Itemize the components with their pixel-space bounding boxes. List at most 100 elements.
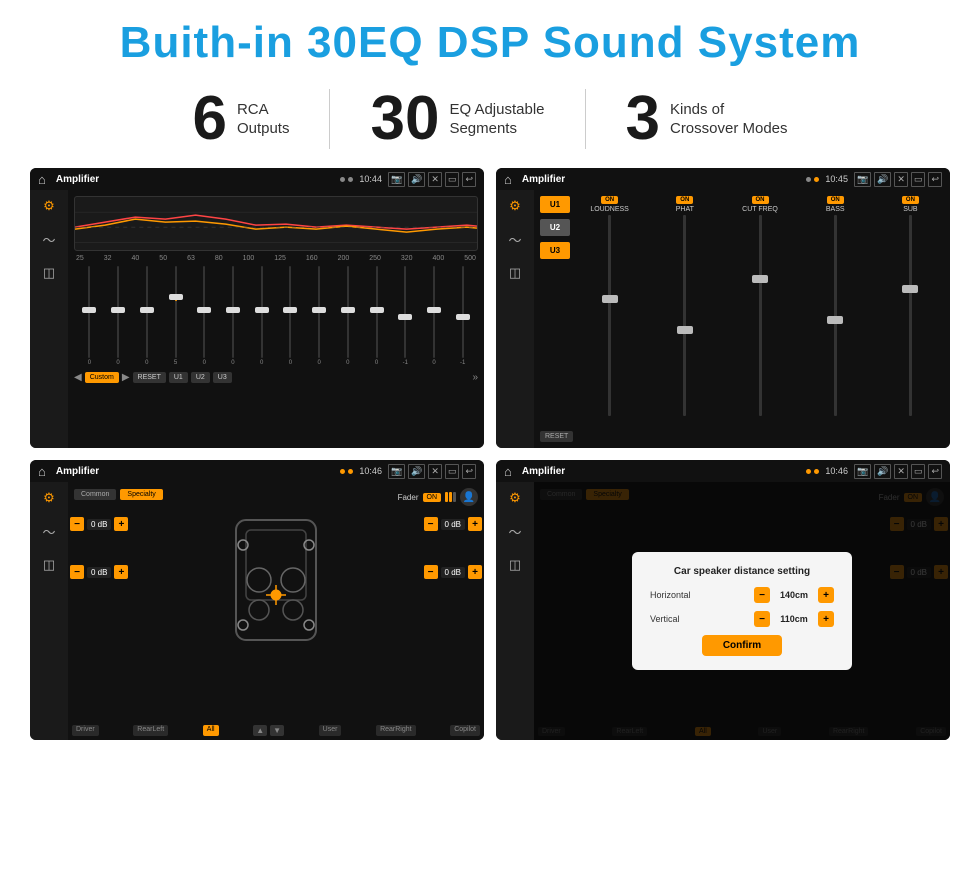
rear-left-label[interactable]: RearLeft	[133, 725, 168, 736]
phat-slider[interactable]	[649, 215, 720, 416]
loudness-slider[interactable]	[574, 215, 645, 416]
db-minus-tl[interactable]: −	[70, 517, 84, 531]
loudness-label: LOUDNESS	[590, 206, 629, 213]
vertical-label: Vertical	[650, 614, 680, 624]
vertical-plus-btn[interactable]: +	[818, 611, 834, 627]
cross-col-phat: ON PHAT	[649, 196, 720, 416]
up-arrow[interactable]: ▲	[253, 725, 267, 736]
fader-home-icon[interactable]: ⌂	[38, 464, 46, 479]
eq-slider-10[interactable]: 0	[363, 266, 390, 366]
distance-back-icon[interactable]: ↩	[928, 464, 942, 479]
eq-sidebar-icon2[interactable]: 〜	[42, 230, 55, 249]
crossover-home-icon[interactable]: ⌂	[504, 172, 512, 187]
crossover-screen-title: Amplifier	[522, 174, 801, 185]
crossover-volume-icon: 🔊	[874, 172, 891, 187]
bass-slider[interactable]	[800, 215, 871, 416]
fader-dot2	[348, 469, 353, 474]
cross-col-bass: ON BASS	[800, 196, 871, 416]
eq-slider-3[interactable]: 5	[162, 266, 189, 366]
eq-slider-8[interactable]: 0	[306, 266, 333, 366]
crossover-back-icon[interactable]: ↩	[928, 172, 942, 187]
eq-slider-12[interactable]: 0	[421, 266, 448, 366]
eq-sidebar: ⚙ 〜 ◫	[30, 190, 68, 448]
close-icon: ✕	[428, 172, 442, 187]
eq-slider-6[interactable]: 0	[248, 266, 275, 366]
u3-button[interactable]: U3	[540, 242, 570, 259]
eq-reset-btn[interactable]: RESET	[133, 372, 166, 383]
u2-button[interactable]: U2	[540, 219, 570, 236]
down-arrow[interactable]: ▼	[270, 725, 284, 736]
person-icon: 👤	[460, 488, 478, 506]
fader-sidebar-icon1[interactable]: ⚙	[43, 490, 55, 506]
eq-slider-7[interactable]: 0	[277, 266, 304, 366]
fader-toggle[interactable]: ON	[423, 493, 442, 502]
crossover-sidebar-icon2[interactable]: 〜	[508, 230, 521, 249]
distance-sidebar-icon3[interactable]: ◫	[509, 557, 521, 573]
db-plus-bl[interactable]: +	[114, 565, 128, 579]
driver-label[interactable]: Driver	[72, 725, 99, 736]
eq-slider-2[interactable]: 0	[133, 266, 160, 366]
eq-slider-13[interactable]: -1	[449, 266, 476, 366]
eq-sidebar-icon1[interactable]: ⚙	[43, 198, 55, 214]
user-label[interactable]: User	[319, 725, 342, 736]
distance-screen-title: Amplifier	[522, 466, 801, 477]
u1-button[interactable]: U1	[540, 196, 570, 213]
eq-more-arrow[interactable]: »	[472, 372, 478, 383]
back-icon[interactable]: ↩	[462, 172, 476, 187]
specialty-tab[interactable]: Specialty	[120, 489, 162, 500]
horizontal-plus-btn[interactable]: +	[818, 587, 834, 603]
eq-prev-arrow[interactable]: ◀	[74, 372, 82, 383]
eq-slider-4[interactable]: 0	[191, 266, 218, 366]
eq-u3-btn[interactable]: U3	[213, 372, 232, 383]
rear-right-label[interactable]: RearRight	[376, 725, 416, 736]
vertical-minus-btn[interactable]: −	[754, 611, 770, 627]
fader-sidebar-icon3[interactable]: ◫	[43, 557, 55, 573]
crossover-sidebar-icon3[interactable]: ◫	[509, 265, 521, 281]
db-plus-tr[interactable]: +	[468, 517, 482, 531]
crossover-sidebar-icon1[interactable]: ⚙	[509, 198, 521, 214]
fader-volume-icon: 🔊	[408, 464, 425, 479]
eq-status-icons: 📷 🔊 ✕ ▭ ↩	[388, 172, 476, 187]
eq-slider-5[interactable]: 0	[220, 266, 247, 366]
eq-sidebar-icon3[interactable]: ◫	[43, 265, 55, 281]
common-tab[interactable]: Common	[74, 489, 116, 500]
status-dots	[340, 177, 353, 182]
fader-bottom-labels: Driver RearLeft All ▲ ▼ User RearRight C…	[68, 725, 484, 736]
confirm-button[interactable]: Confirm	[702, 635, 782, 656]
crossover-status-icons: 📷 🔊 ✕ ▭ ↩	[854, 172, 942, 187]
eq-custom-btn[interactable]: Custom	[85, 372, 119, 383]
fader-battery-icon: ▭	[445, 464, 460, 479]
db-val-bl: 0 dB	[87, 567, 111, 578]
eq-next-arrow[interactable]: ▶	[122, 372, 130, 383]
eq-slider-1[interactable]: 0	[105, 266, 132, 366]
db-row-bl: − 0 dB +	[70, 565, 128, 579]
sub-slider[interactable]	[875, 215, 946, 416]
eq-slider-11[interactable]: -1	[392, 266, 419, 366]
car-speaker-diagram	[221, 510, 331, 660]
left-db-controls: − 0 dB + − 0 dB +	[70, 517, 128, 583]
db-plus-br[interactable]: +	[468, 565, 482, 579]
fader-status-icons: 📷 🔊 ✕ ▭ ↩	[388, 464, 476, 479]
fader-back-icon[interactable]: ↩	[462, 464, 476, 479]
eq-u1-btn[interactable]: U1	[169, 372, 188, 383]
distance-home-icon[interactable]: ⌂	[504, 464, 512, 479]
fader-sidebar-icon2[interactable]: 〜	[42, 522, 55, 541]
db-minus-tr[interactable]: −	[424, 517, 438, 531]
distance-sidebar-icon2[interactable]: 〜	[508, 522, 521, 541]
eq-u2-btn[interactable]: U2	[191, 372, 210, 383]
horizontal-minus-btn[interactable]: −	[754, 587, 770, 603]
distance-sidebar-icon1[interactable]: ⚙	[509, 490, 521, 506]
vertical-row: Vertical − 110cm +	[650, 611, 834, 627]
crossover-sidebar: ⚙ 〜 ◫	[496, 190, 534, 448]
crossover-reset-btn[interactable]: RESET	[540, 431, 573, 442]
copilot-label[interactable]: Copilot	[450, 725, 480, 736]
eq-slider-0[interactable]: 0	[76, 266, 103, 366]
all-label[interactable]: All	[203, 725, 219, 736]
db-minus-br[interactable]: −	[424, 565, 438, 579]
screenshots-grid: ⌂ Amplifier 10:44 📷 🔊 ✕ ▭ ↩ ⚙ 〜 ◫	[0, 168, 980, 740]
db-minus-bl[interactable]: −	[70, 565, 84, 579]
eq-slider-9[interactable]: 0	[334, 266, 361, 366]
home-icon[interactable]: ⌂	[38, 172, 46, 187]
cutfreq-slider[interactable]	[724, 215, 795, 416]
db-plus-tl[interactable]: +	[114, 517, 128, 531]
